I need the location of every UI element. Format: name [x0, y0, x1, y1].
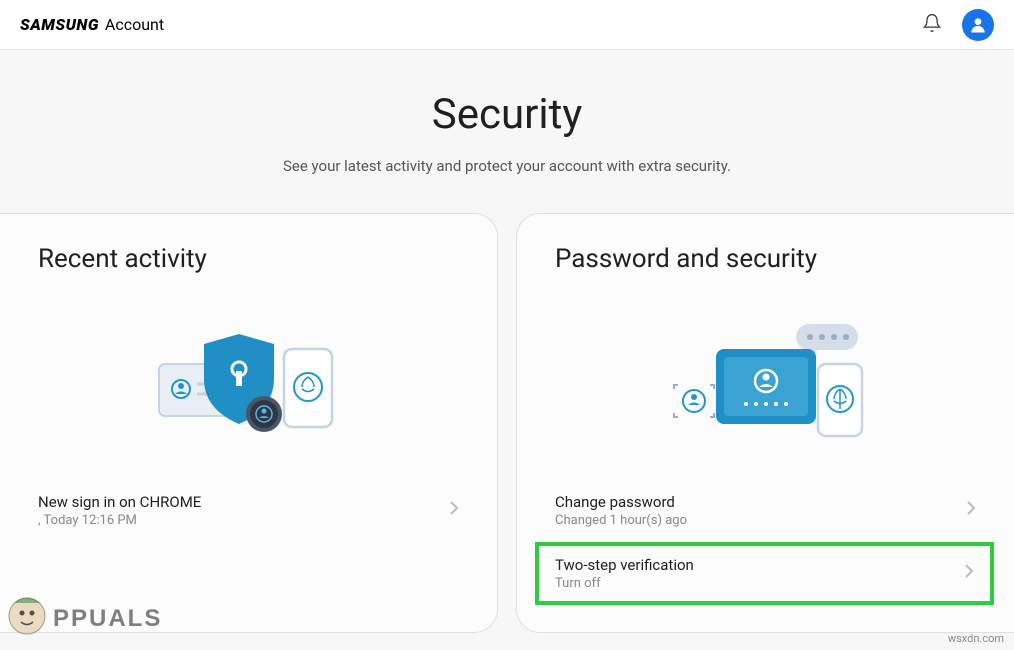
page-title: Security [0, 90, 1014, 139]
recent-activity-card: Recent activity [0, 213, 498, 633]
logo-brand: SAMSUNG [20, 15, 99, 34]
list-item-content: Change password Changed 1 hour(s) ago [555, 493, 687, 528]
notifications-icon[interactable] [922, 13, 942, 37]
watermark-appuals: PPUALS [5, 591, 165, 645]
cards-container: Recent activity [0, 213, 1014, 633]
activity-item-title: New sign in on CHROME [38, 493, 201, 511]
password-security-title: Password and security [517, 244, 1014, 274]
recent-activity-title: Recent activity [0, 244, 497, 274]
change-password-title: Change password [555, 493, 687, 511]
recent-activity-item[interactable]: New sign in on CHROME , Today 12:16 PM [0, 479, 497, 542]
chevron-right-icon [966, 500, 976, 521]
password-security-card: Password and security [516, 213, 1014, 633]
two-step-title: Two-step verification [555, 556, 694, 574]
password-security-illustration [517, 299, 1014, 459]
page-subtitle: See your latest activity and protect you… [0, 157, 1014, 175]
svg-text:PPUALS: PPUALS [53, 605, 162, 632]
avatar[interactable] [962, 9, 994, 41]
header-actions [922, 9, 994, 41]
two-step-verification-item[interactable]: Two-step verification Turn off [535, 542, 994, 605]
two-step-subtitle: Turn off [555, 576, 694, 591]
header: SAMSUNG Account [0, 0, 1014, 50]
chevron-right-icon [964, 563, 974, 584]
chevron-right-icon [449, 500, 459, 521]
list-item-content: Two-step verification Turn off [555, 556, 694, 591]
activity-item-subtitle: , Today 12:16 PM [38, 513, 201, 528]
logo[interactable]: SAMSUNG Account [20, 15, 164, 34]
list-item-content: New sign in on CHROME , Today 12:16 PM [38, 493, 201, 528]
change-password-item[interactable]: Change password Changed 1 hour(s) ago [517, 479, 1014, 542]
recent-activity-illustration [0, 299, 497, 459]
watermark-wsxdn: wsxdn.com [948, 632, 1004, 645]
main-content: Security See your latest activity and pr… [0, 50, 1014, 633]
change-password-subtitle: Changed 1 hour(s) ago [555, 513, 687, 528]
logo-sub: Account [105, 15, 164, 34]
